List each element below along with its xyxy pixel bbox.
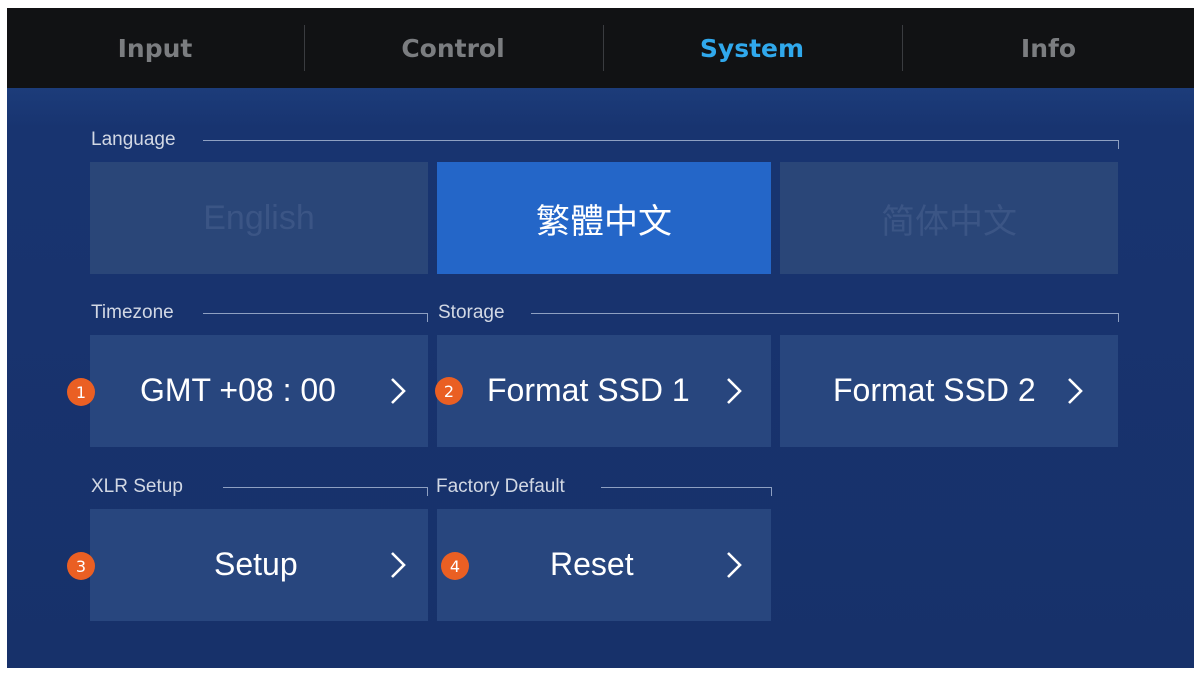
callout-badge-4: 4 [441, 552, 469, 580]
timezone-value: GMT +08 : 00 [140, 372, 336, 408]
chevron-right-icon [391, 378, 406, 404]
tab-control[interactable]: Control [305, 8, 601, 88]
chevron-right-icon [727, 552, 742, 578]
xlr-group-label: XLR Setup [91, 476, 183, 497]
group-divider [223, 487, 427, 488]
language-group-label: Language [91, 129, 176, 150]
language-traditional-chinese-button[interactable]: 繁體中文 [437, 162, 771, 274]
xlr-setup-button[interactable]: Setup [90, 509, 428, 621]
system-panel: Language English 繁體中文 简体中文 Timezone Stor… [7, 88, 1194, 668]
chevron-right-icon [391, 552, 406, 578]
callout-badge-3: 3 [67, 552, 95, 580]
group-divider-end [1118, 140, 1119, 149]
language-english-button[interactable]: English [90, 162, 428, 274]
xlr-setup-label: Setup [214, 546, 298, 582]
chevron-right-icon [1068, 378, 1083, 404]
group-divider-end [771, 487, 772, 496]
tab-system[interactable]: System [604, 8, 900, 88]
group-divider-end [427, 487, 428, 496]
timezone-button[interactable]: GMT +08 : 00 [90, 335, 428, 447]
group-divider-end [1118, 313, 1119, 322]
callout-badge-2: 2 [435, 377, 463, 405]
group-divider [203, 140, 1119, 141]
group-divider [531, 313, 1119, 314]
chevron-right-icon [727, 378, 742, 404]
system-settings-screen: Input Control System Info Language Engli… [7, 8, 1194, 668]
tab-input[interactable]: Input [7, 8, 303, 88]
callout-badge-1: 1 [67, 378, 95, 406]
format-ssd2-button[interactable]: Format SSD 2 [780, 335, 1118, 447]
group-divider [601, 487, 771, 488]
group-divider [203, 313, 427, 314]
timezone-group-label: Timezone [91, 302, 174, 323]
factory-reset-button[interactable]: Reset [437, 509, 771, 621]
factory-reset-label: Reset [550, 546, 634, 582]
tab-bar: Input Control System Info [7, 8, 1194, 88]
group-divider-end [427, 313, 428, 322]
format-ssd2-label: Format SSD 2 [833, 372, 1036, 408]
format-ssd1-label: Format SSD 1 [487, 372, 690, 408]
format-ssd1-button[interactable]: Format SSD 1 [437, 335, 771, 447]
tab-info[interactable]: Info [903, 8, 1194, 88]
storage-group-label: Storage [438, 302, 505, 323]
language-simplified-chinese-button[interactable]: 简体中文 [780, 162, 1118, 274]
factory-default-group-label: Factory Default [436, 476, 565, 497]
